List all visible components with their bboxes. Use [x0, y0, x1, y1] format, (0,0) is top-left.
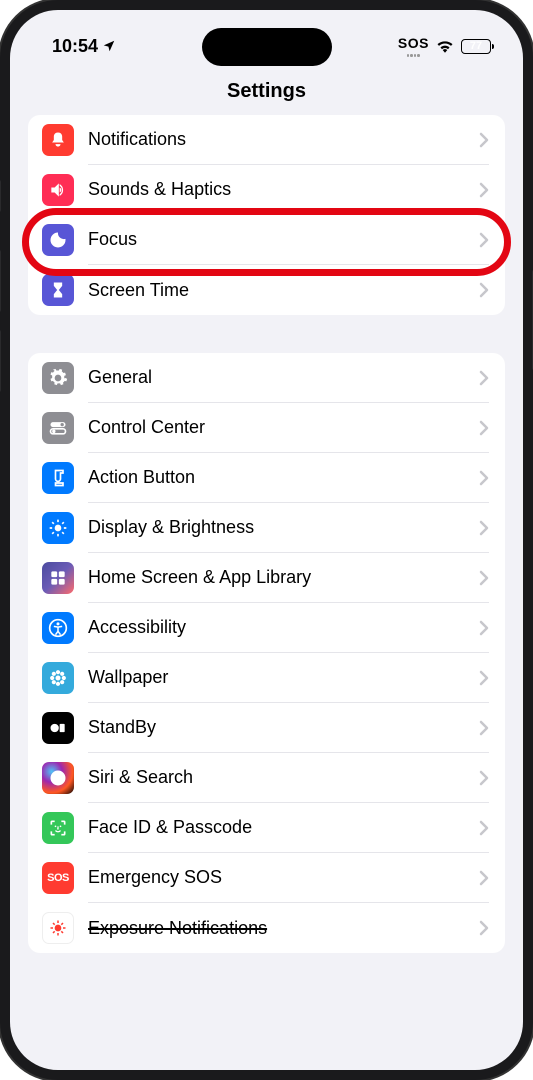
row-label: Wallpaper [88, 667, 479, 688]
row-accessibility[interactable]: Accessibility [28, 603, 505, 653]
row-label: StandBy [88, 717, 479, 738]
chevron-right-icon [479, 720, 489, 736]
chevron-right-icon [479, 920, 489, 936]
grid-icon [42, 562, 74, 594]
dynamic-island [202, 28, 332, 66]
row-label: Exposure Notifications [88, 918, 479, 939]
row-label: Siri & Search [88, 767, 479, 788]
row-screen-time[interactable]: Screen Time [28, 265, 505, 315]
row-control-center[interactable]: Control Center [28, 403, 505, 453]
row-label: Control Center [88, 417, 479, 438]
row-label: Sounds & Haptics [88, 179, 479, 200]
page-title: Settings [10, 80, 523, 103]
chevron-right-icon [479, 470, 489, 486]
switches-icon [42, 412, 74, 444]
status-sos: SOS [398, 35, 429, 51]
navbar: Settings [10, 66, 523, 115]
accessibility-icon [42, 612, 74, 644]
chevron-right-icon [479, 282, 489, 298]
sos-icon: SOS [42, 862, 74, 894]
row-general[interactable]: General [28, 353, 505, 403]
row-label: Screen Time [88, 280, 479, 301]
exposure-icon [42, 912, 74, 944]
action-icon [42, 462, 74, 494]
row-label: Display & Brightness [88, 517, 479, 538]
battery-icon: 77 [461, 39, 491, 54]
flower-icon [42, 662, 74, 694]
row-emergency-sos[interactable]: SOS Emergency SOS [28, 853, 505, 903]
gear-icon [42, 362, 74, 394]
row-notifications[interactable]: Notifications [28, 115, 505, 165]
chevron-right-icon [479, 370, 489, 386]
settings-group: Notifications Sounds & Haptics Focus Scr… [28, 115, 505, 315]
chevron-right-icon [479, 770, 489, 786]
row-exposure[interactable]: Exposure Notifications [28, 903, 505, 953]
row-standby[interactable]: StandBy [28, 703, 505, 753]
location-icon [102, 39, 116, 53]
hourglass-icon [42, 274, 74, 306]
chevron-right-icon [479, 670, 489, 686]
row-label: Action Button [88, 467, 479, 488]
row-wallpaper[interactable]: Wallpaper [28, 653, 505, 703]
chevron-right-icon [479, 420, 489, 436]
wifi-icon [436, 39, 454, 53]
chevron-right-icon [479, 620, 489, 636]
chevron-right-icon [479, 232, 489, 248]
row-label: Focus [88, 229, 479, 250]
row-action-button[interactable]: Action Button [28, 453, 505, 503]
moon-icon [42, 224, 74, 256]
standby-icon [42, 712, 74, 744]
siri-icon [42, 762, 74, 794]
row-label: General [88, 367, 479, 388]
bell-icon [42, 124, 74, 156]
settings-list[interactable]: Notifications Sounds & Haptics Focus Scr… [10, 115, 523, 953]
row-label: Emergency SOS [88, 867, 479, 888]
chevron-right-icon [479, 182, 489, 198]
row-display-brightness[interactable]: Display & Brightness [28, 503, 505, 553]
chevron-right-icon [479, 570, 489, 586]
chevron-right-icon [479, 520, 489, 536]
settings-group: General Control Center Action Button Dis… [28, 353, 505, 953]
row-label: Home Screen & App Library [88, 567, 479, 588]
row-siri-search[interactable]: Siri & Search [28, 753, 505, 803]
speaker-icon [42, 174, 74, 206]
row-focus[interactable]: Focus [28, 215, 505, 265]
sun-icon [42, 512, 74, 544]
row-home-screen[interactable]: Home Screen & App Library [28, 553, 505, 603]
row-sounds-haptics[interactable]: Sounds & Haptics [28, 165, 505, 215]
row-label: Notifications [88, 129, 479, 150]
chevron-right-icon [479, 132, 489, 148]
status-time: 10:54 [52, 36, 98, 57]
chevron-right-icon [479, 870, 489, 886]
chevron-right-icon [479, 820, 489, 836]
row-label: Face ID & Passcode [88, 817, 479, 838]
row-label: Accessibility [88, 617, 479, 638]
row-face-id[interactable]: Face ID & Passcode [28, 803, 505, 853]
faceid-icon [42, 812, 74, 844]
cellular-dots-icon [407, 54, 420, 57]
